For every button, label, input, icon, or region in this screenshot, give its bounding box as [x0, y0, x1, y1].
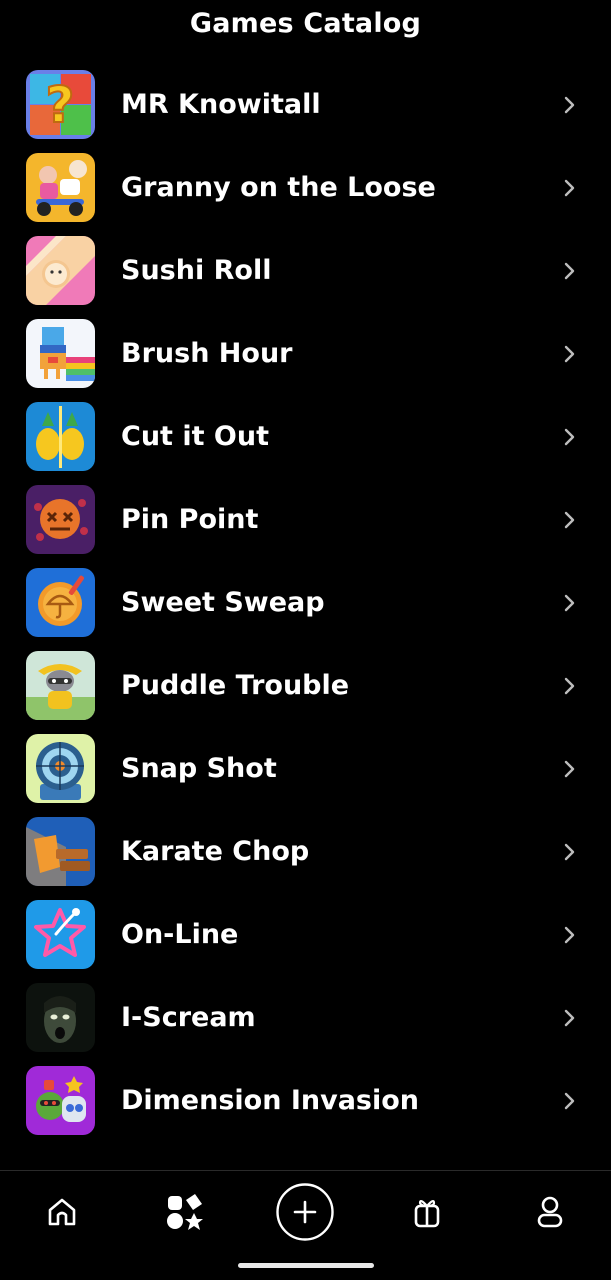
nav-profile[interactable]	[510, 1184, 590, 1240]
game-name: Snap Shot	[121, 753, 277, 784]
nav-home[interactable]	[22, 1184, 102, 1240]
game-name: Sweet Sweap	[121, 587, 325, 618]
chevron-right-icon	[564, 1009, 575, 1026]
list-item[interactable]: ? MR Knowitall	[0, 63, 611, 146]
home-icon	[48, 1198, 76, 1226]
add-circle-icon	[276, 1183, 334, 1241]
chevron-right-icon	[564, 677, 575, 694]
game-name: Puddle Trouble	[121, 670, 350, 701]
chevron-right-icon	[564, 511, 575, 528]
game-name: I-Scream	[121, 1002, 256, 1033]
nav-create[interactable]	[265, 1183, 345, 1241]
gift-icon	[414, 1200, 440, 1228]
list-item[interactable]: Sushi Roll	[0, 229, 611, 312]
list-item[interactable]: Karate Chop	[0, 810, 611, 893]
split-pineapple-icon	[26, 402, 95, 471]
chevron-right-icon	[564, 843, 575, 860]
list-item[interactable]: Sweet Sweap	[0, 561, 611, 644]
list-item[interactable]: Cut it Out	[0, 395, 611, 478]
games-shapes-icon	[167, 1194, 203, 1230]
goblin-robot-icon	[26, 1066, 95, 1135]
chevron-right-icon	[564, 262, 575, 279]
horror-face-icon	[26, 983, 95, 1052]
granny-scooter-icon	[26, 153, 95, 222]
game-name: Sushi Roll	[121, 255, 272, 286]
raccoon-raincoat-icon	[26, 651, 95, 720]
chevron-right-icon	[564, 760, 575, 777]
karate-hand-brick-icon	[26, 817, 95, 886]
nav-rewards[interactable]	[387, 1184, 467, 1240]
game-name: Cut it Out	[121, 421, 269, 452]
list-item[interactable]: Snap Shot	[0, 727, 611, 810]
nav-games[interactable]	[144, 1184, 224, 1240]
profile-icon	[537, 1196, 563, 1228]
game-name: Pin Point	[121, 504, 259, 535]
question-block-icon: ?	[26, 70, 95, 139]
chevron-right-icon	[564, 179, 575, 196]
svg-text:?: ?	[45, 76, 74, 134]
page-title: Games Catalog	[189, 7, 422, 39]
cookie-umbrella-icon	[26, 568, 95, 637]
target-scope-icon	[26, 734, 95, 803]
chevron-right-icon	[564, 428, 575, 445]
list-item[interactable]: Pin Point	[0, 478, 611, 561]
game-name: Brush Hour	[121, 338, 293, 369]
chevron-right-icon	[564, 594, 575, 611]
bottom-nav	[0, 1171, 611, 1280]
chevron-right-icon	[564, 1092, 575, 1109]
list-item[interactable]: Granny on the Loose	[0, 146, 611, 229]
chevron-right-icon	[564, 926, 575, 943]
game-name: MR Knowitall	[121, 89, 321, 120]
game-name: On-Line	[121, 919, 239, 950]
list-item[interactable]: I-Scream	[0, 976, 611, 1059]
voodoo-doll-icon	[26, 485, 95, 554]
game-name: Dimension Invasion	[121, 1085, 420, 1116]
game-name: Karate Chop	[121, 836, 310, 867]
list-item[interactable]: Puddle Trouble	[0, 644, 611, 727]
list-item[interactable]: Brush Hour	[0, 312, 611, 395]
header: Games Catalog	[0, 0, 611, 46]
list-item[interactable]: Dimension Invasion	[0, 1059, 611, 1142]
games-list: ? MR Knowitall Granny on the Loose Sushi…	[0, 63, 611, 1142]
sushi-ball-icon	[26, 236, 95, 305]
chevron-right-icon	[564, 96, 575, 113]
list-item[interactable]: On-Line	[0, 893, 611, 976]
blocky-bird-icon	[26, 319, 95, 388]
neon-star-icon	[26, 900, 95, 969]
game-name: Granny on the Loose	[121, 172, 436, 203]
home-indicator[interactable]	[238, 1263, 374, 1268]
chevron-right-icon	[564, 345, 575, 362]
